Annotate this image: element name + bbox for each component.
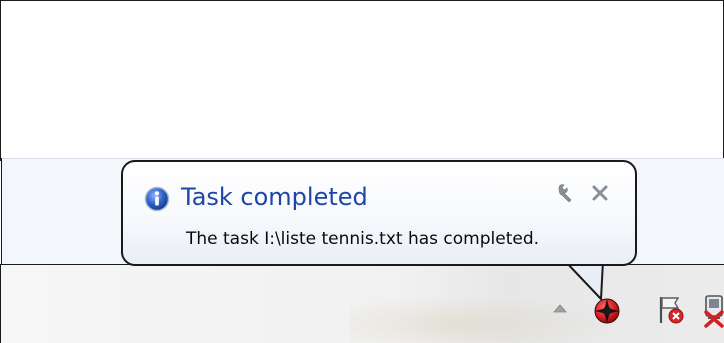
notification-balloon[interactable]	[121, 160, 637, 266]
desktop-screen: Task completed The task I:\liste tennis.…	[0, 0, 724, 343]
network-error-icon[interactable]	[700, 292, 724, 328]
application-window	[0, 0, 724, 161]
balloon-tail	[564, 261, 604, 300]
app-tray-icon[interactable]	[592, 296, 622, 326]
notification-message: The task I:\liste tennis.txt has complet…	[186, 229, 540, 249]
close-icon[interactable]	[589, 182, 611, 204]
info-icon	[144, 186, 170, 212]
wrench-icon[interactable]	[555, 182, 577, 204]
notification-title: Task completed	[181, 183, 368, 211]
action-center-flag-error-icon[interactable]	[655, 293, 687, 327]
show-hidden-icons-arrow-icon[interactable]	[550, 300, 570, 316]
taskbar-background-glow	[350, 295, 620, 343]
